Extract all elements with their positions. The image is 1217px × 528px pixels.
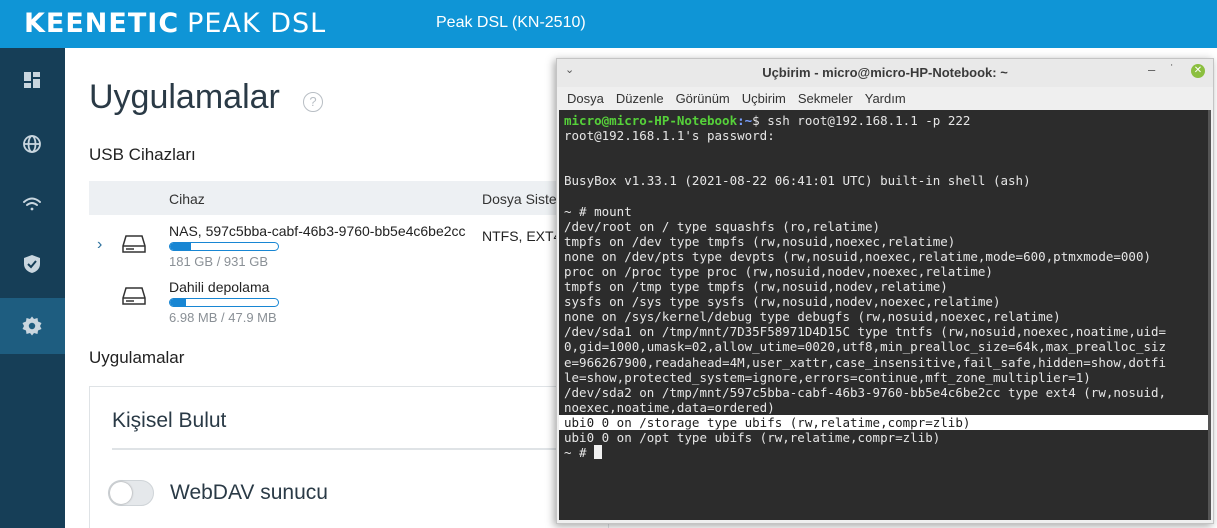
window-title: Uçbirim - micro@micro-HP-Notebook: ~ <box>762 65 1008 80</box>
terminal-line: micro@micro-HP-Notebook:~$ ssh root@192.… <box>564 113 1211 128</box>
column-header-filesystem[interactable]: Dosya Sisten <box>482 191 564 207</box>
help-icon[interactable]: ? <box>303 92 323 112</box>
device-size: 6.98 MB / 47.9 MB <box>169 310 277 325</box>
terminal-line: ~ # mount <box>564 203 632 219</box>
terminal-line: tmpfs on /tmp type tmpfs (rw,nosuid,node… <box>564 279 948 295</box>
globe-icon <box>23 135 41 153</box>
gear-icon <box>22 316 42 336</box>
menu-help[interactable]: Yardım <box>865 91 906 106</box>
terminal-line: ubi0 0 on /opt type ubifs (rw,relatime,c… <box>564 429 941 445</box>
close-icon[interactable]: ✕ <box>1191 64 1205 78</box>
usage-bar <box>169 298 279 307</box>
shield-icon <box>24 255 40 273</box>
maximize-icon[interactable]: ˙ <box>1170 62 1174 77</box>
sidebar-item-internet[interactable] <box>0 116 65 172</box>
usage-bar-fill <box>170 299 187 306</box>
terminal-output[interactable]: micro@micro-HP-Notebook:~$ ssh root@192.… <box>559 110 1211 520</box>
terminal-line: /dev/root on / type squashfs (ro,relatim… <box>564 218 881 234</box>
device-name: NAS, 597c5bba-cabf-46b3-9760-bb5e4c6be2c… <box>169 223 466 239</box>
terminal-line: 0,gid=1000,umask=02,allow_utime=0020,utf… <box>564 339 1167 355</box>
personal-cloud-card: Kişisel Bulut WebDAV sunucu <box>89 386 609 528</box>
device-filesystem: NTFS, EXT4 <box>482 228 562 244</box>
prompt-command: $ ssh root@192.168.1.1 -p 222 <box>752 113 971 128</box>
terminal-line: none on /sys/kernel/debug type debugfs (… <box>564 309 1061 325</box>
device-size: 181 GB / 931 GB <box>169 254 269 269</box>
terminal-window[interactable]: ⌄ Uçbirim - micro@micro-HP-Notebook: ~ –… <box>556 58 1214 524</box>
minimize-icon[interactable]: – <box>1148 62 1155 77</box>
column-header-device[interactable]: Cihaz <box>169 191 205 207</box>
menu-file[interactable]: Dosya <box>567 91 604 106</box>
prompt-user: micro@micro-HP-Notebook <box>564 113 738 128</box>
usb-table-header: Cihaz Dosya Sisten <box>89 181 609 215</box>
final-prompt: ~ # <box>564 445 595 461</box>
text-cursor <box>594 445 603 460</box>
terminal-line: tmpfs on /dev type tmpfs (rw,nosuid,noex… <box>564 233 956 249</box>
terminal-line: BusyBox v1.33.1 (2021-08-22 06:41:01 UTC… <box>564 173 1031 189</box>
brand-product: PEAK DSL <box>187 8 327 39</box>
sidebar-item-settings[interactable] <box>0 298 65 354</box>
top-bar: KEENETIC PEAK DSL Peak DSL (KN-2510) <box>0 0 1217 48</box>
page-title: Uygulamalar <box>89 78 280 116</box>
terminal-line: sysfs on /sys type sysfs (rw,nosuid,node… <box>564 294 1001 310</box>
webdav-toggle-label: WebDAV sunucu <box>170 481 328 504</box>
terminal-line: le=show,protected_system=ignore,errors=c… <box>564 369 1091 385</box>
terminal-line: none on /dev/pts type devpts (rw,nosuid,… <box>564 248 1151 264</box>
device-name: Dahili depolama <box>169 279 270 295</box>
terminal-line: e=966267900,readahead=4M,user_xattr,case… <box>564 354 1167 370</box>
hard-drive-icon <box>122 287 146 305</box>
chevron-right-icon[interactable]: › <box>97 236 102 254</box>
table-row[interactable]: › NAS, 597c5bba-cabf-46b3-9760-bb5e4c6be… <box>89 220 609 272</box>
card-title: Kişisel Bulut <box>112 409 227 432</box>
prompt-path: :~ <box>737 113 753 128</box>
usage-bar <box>169 242 279 251</box>
scrollbar[interactable] <box>1208 110 1211 520</box>
brand-name: KEENETIC <box>24 8 180 39</box>
usb-section-title: USB Cihazları <box>89 145 196 164</box>
card-divider <box>112 448 608 450</box>
apps-section-title: Uygulamalar <box>89 348 185 367</box>
sidebar-item-dashboard[interactable] <box>0 52 65 108</box>
terminal-line: /dev/sda2 on /tmp/mnt/597c5bba-cabf-46b3… <box>564 384 1167 400</box>
terminal-prompt-line: ~ # <box>564 445 1211 460</box>
usage-bar-fill <box>170 243 191 250</box>
window-titlebar[interactable]: ⌄ Uçbirim - micro@micro-HP-Notebook: ~ –… <box>557 59 1213 87</box>
menu-terminal[interactable]: Uçbirim <box>742 91 786 106</box>
terminal-line: proc on /proc type proc (rw,nosuid,nodev… <box>564 263 993 279</box>
toggle-knob <box>110 482 132 504</box>
terminal-line-selected: ubi0 0 on /storage type ubifs (rw,relati… <box>559 414 1211 430</box>
device-model: Peak DSL (KN-2510) <box>436 14 586 31</box>
menu-tabs[interactable]: Sekmeler <box>798 91 853 106</box>
terminal-line: /dev/sda1 on /tmp/mnt/7D35F58971D4D15C t… <box>564 324 1167 340</box>
sidebar <box>0 48 65 528</box>
menu-view[interactable]: Görünüm <box>676 91 730 106</box>
wifi-icon <box>23 197 41 211</box>
brand-logo[interactable]: KEENETIC PEAK DSL <box>24 8 326 39</box>
dashboard-icon <box>24 72 40 88</box>
webdav-toggle[interactable] <box>108 480 154 506</box>
terminal-line: root@192.168.1.1's password: <box>564 128 775 144</box>
sidebar-item-security[interactable] <box>0 236 65 292</box>
terminal-menubar: Dosya Düzenle Görünüm Uçbirim Sekmeler Y… <box>557 87 1213 109</box>
terminal-line: noexec,noatime,data=ordered) <box>564 399 775 415</box>
hard-drive-icon <box>122 235 146 253</box>
menu-edit[interactable]: Düzenle <box>616 91 664 106</box>
table-row[interactable]: Dahili depolama 6.98 MB / 47.9 MB <box>89 276 609 328</box>
sidebar-item-wifi[interactable] <box>0 176 65 232</box>
